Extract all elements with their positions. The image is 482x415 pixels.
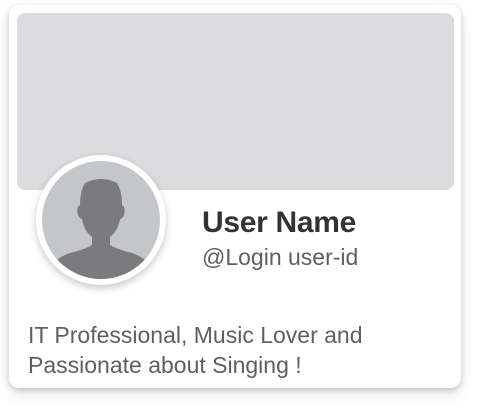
bio-line: Passionate about Singing !	[28, 352, 302, 378]
user-bio: IT Professional, Music Lover and Passion…	[28, 320, 448, 380]
user-login-id: @Login user-id	[202, 244, 359, 270]
user-name: User Name	[202, 206, 357, 239]
avatar[interactable]	[36, 155, 166, 285]
bio-line: IT Professional, Music Lover and	[28, 322, 363, 348]
profile-card: User Name @Login user-id IT Professional…	[9, 5, 461, 388]
avatar-placeholder	[42, 161, 160, 279]
user-silhouette-icon	[52, 179, 150, 279]
